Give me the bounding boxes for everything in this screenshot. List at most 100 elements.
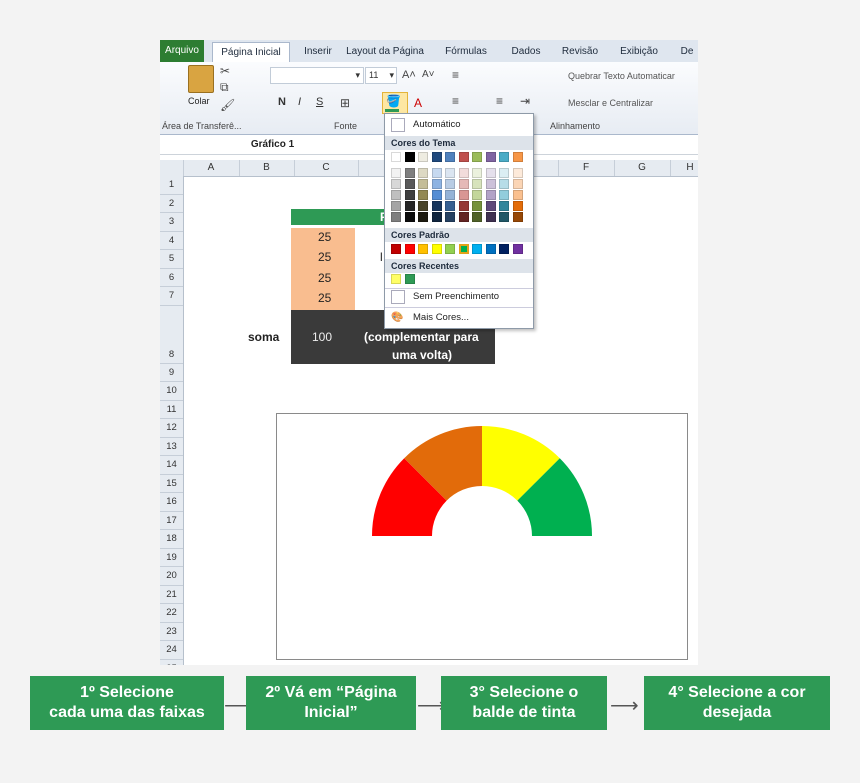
theme-shade-swatch[interactable]	[458, 212, 469, 222]
soma-value[interactable]: 100	[312, 330, 332, 344]
tab-formulas[interactable]: Fórmulas	[440, 43, 492, 61]
format-painter-icon[interactable]: 🖌	[220, 98, 235, 112]
row-header[interactable]: 7	[160, 287, 183, 306]
paste-label[interactable]: Colar	[188, 96, 210, 106]
theme-shade-swatch[interactable]	[512, 212, 523, 222]
fill-color-button[interactable]: 🪣	[382, 92, 408, 114]
row-header[interactable]: 13	[160, 438, 183, 456]
column-header[interactable]: B	[239, 160, 295, 176]
tab-inserir[interactable]: Inserir	[298, 43, 338, 61]
theme-shade-swatch[interactable]	[431, 201, 442, 211]
note-line-2[interactable]: uma volta)	[392, 348, 452, 362]
font-size-select[interactable]: 11 ▾	[365, 67, 397, 84]
standard-color-swatch[interactable]	[404, 244, 415, 254]
row-header[interactable]: 12	[160, 419, 183, 438]
theme-shade-swatch[interactable]	[445, 179, 455, 189]
theme-shade-swatch[interactable]	[485, 190, 496, 200]
tab-layout[interactable]: Layout da Página	[342, 43, 428, 61]
theme-shade-swatch[interactable]	[499, 179, 509, 189]
row-header[interactable]: 22	[160, 604, 183, 623]
row-header[interactable]: 9	[160, 364, 183, 382]
theme-shade-swatch[interactable]	[458, 179, 469, 189]
grow-font-icon[interactable]: A˄	[402, 68, 416, 82]
paste-icon[interactable]	[188, 65, 214, 93]
theme-shade-swatch[interactable]	[418, 168, 428, 178]
theme-color-swatch[interactable]	[445, 152, 455, 162]
borders-icon[interactable]: ⊞	[340, 96, 350, 110]
copy-icon[interactable]: ⧉	[220, 80, 229, 94]
theme-shade-swatch[interactable]	[499, 168, 509, 178]
standard-color-swatch[interactable]	[445, 244, 455, 254]
theme-color-swatch[interactable]	[391, 152, 401, 162]
theme-color-swatch[interactable]	[431, 152, 442, 162]
theme-shade-swatch[interactable]	[404, 212, 415, 222]
column-header[interactable]: C	[294, 160, 359, 176]
scissors-icon[interactable]: ✂	[220, 64, 230, 78]
standard-color-swatch[interactable]	[472, 244, 482, 254]
tab-pagina-inicial[interactable]: Página Inicial	[212, 42, 290, 63]
wrap-text-button[interactable]: Quebrar Texto Automaticar	[568, 71, 675, 81]
row-header[interactable]: 14	[160, 456, 183, 475]
theme-shade-swatch[interactable]	[472, 201, 482, 211]
theme-shade-swatch[interactable]	[485, 179, 496, 189]
standard-color-swatch[interactable]	[512, 244, 523, 254]
standard-color-swatch[interactable]	[458, 244, 469, 254]
theme-shade-swatch[interactable]	[512, 168, 523, 178]
row-header[interactable]: 6	[160, 269, 183, 287]
automatic-swatch[interactable]	[391, 118, 405, 132]
note-line-1[interactable]: (complementar para	[364, 330, 479, 344]
theme-shade-swatch[interactable]	[472, 212, 482, 222]
theme-shade-swatch[interactable]	[458, 190, 469, 200]
italic-button[interactable]: I	[298, 96, 301, 108]
theme-shade-swatch[interactable]	[485, 168, 496, 178]
theme-shade-swatch[interactable]	[445, 201, 455, 211]
name-box[interactable]: Gráfico 1	[160, 136, 386, 153]
theme-color-swatch[interactable]	[499, 152, 509, 162]
align-right-icon[interactable]: ≡	[496, 94, 503, 108]
align-top-icon[interactable]: ≡	[452, 68, 459, 82]
row-header[interactable]: 1	[160, 176, 183, 195]
row-header[interactable]: 24	[160, 641, 183, 660]
theme-shade-swatch[interactable]	[458, 201, 469, 211]
theme-shade-swatch[interactable]	[445, 190, 455, 200]
theme-shade-swatch[interactable]	[499, 201, 509, 211]
column-header[interactable]: F	[558, 160, 615, 176]
recent-color-swatch[interactable]	[391, 274, 401, 284]
theme-shade-swatch[interactable]	[445, 212, 455, 222]
standard-color-swatch[interactable]	[431, 244, 442, 254]
gauge-chart[interactable]	[276, 413, 688, 660]
tab-revisao[interactable]: Revisão	[558, 43, 602, 61]
column-header[interactable]: G	[614, 160, 671, 176]
theme-shade-swatch[interactable]	[472, 168, 482, 178]
tab-dados[interactable]: Dados	[506, 43, 546, 61]
underline-button[interactable]: S	[316, 96, 323, 108]
theme-shade-swatch[interactable]	[512, 201, 523, 211]
row-header[interactable]: 16	[160, 493, 183, 512]
theme-shade-swatch[interactable]	[404, 179, 415, 189]
theme-shade-swatch[interactable]	[418, 201, 428, 211]
tab-desenvolvedor[interactable]: De	[676, 43, 698, 61]
theme-shade-swatch[interactable]	[458, 168, 469, 178]
theme-shade-swatch[interactable]	[391, 168, 401, 178]
row-header[interactable]: 4	[160, 232, 183, 250]
theme-shade-swatch[interactable]	[404, 190, 415, 200]
theme-color-swatch[interactable]	[418, 152, 428, 162]
row-header[interactable]: 2	[160, 195, 183, 213]
theme-shade-swatch[interactable]	[485, 212, 496, 222]
theme-shade-swatch[interactable]	[404, 168, 415, 178]
theme-shade-swatch[interactable]	[499, 212, 509, 222]
theme-shade-swatch[interactable]	[431, 168, 442, 178]
align-left-icon[interactable]: ≡	[452, 94, 459, 108]
column-header[interactable]: H	[670, 160, 698, 176]
row-header[interactable]: 8	[160, 306, 183, 364]
table-cell[interactable]: 25	[318, 271, 331, 285]
standard-color-swatch[interactable]	[391, 244, 401, 254]
tab-arquivo[interactable]: Arquivo	[160, 40, 204, 62]
row-header[interactable]: 11	[160, 401, 183, 419]
theme-shade-swatch[interactable]	[391, 212, 401, 222]
tab-exibicao[interactable]: Exibição	[614, 43, 664, 61]
theme-color-swatch[interactable]	[512, 152, 523, 162]
row-header[interactable]: 15	[160, 475, 183, 493]
row-header[interactable]: 10	[160, 382, 183, 401]
theme-shade-swatch[interactable]	[472, 190, 482, 200]
